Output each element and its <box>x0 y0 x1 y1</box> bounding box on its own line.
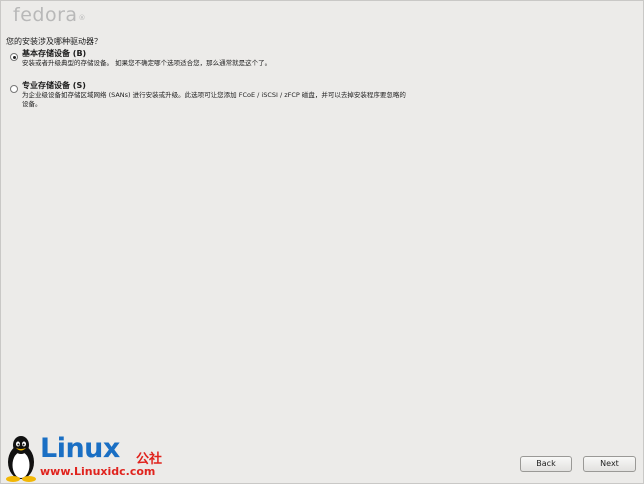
radio-specialized-storage[interactable] <box>10 85 18 93</box>
radio-basic-storage[interactable] <box>10 53 18 61</box>
fedora-logo: fedora® <box>13 4 86 26</box>
option-basic-title: 基本存储设备 (B) <box>22 49 87 58</box>
back-button[interactable]: Back <box>520 456 572 472</box>
watermark-title: Linux <box>40 433 120 464</box>
tux-penguin-icon <box>6 436 36 482</box>
storage-question: 您的安装涉及哪种驱动器？ <box>6 37 102 46</box>
option-basic-description: 安装或者升级典型的存储设备。 如果您不确定哪个选项适合您，那么通常就是这个了。 <box>22 59 272 67</box>
watermark-url: www.Linuxidc.com <box>40 465 156 478</box>
window-frame <box>0 0 644 484</box>
option-specialized-description: 为企业级设备如存储区域网络 (SANs) 进行安装或升级。此选项可让您添加 FC… <box>22 91 406 108</box>
brand-text: fedora <box>13 4 78 26</box>
option-specialized-title: 专业存储设备 (S) <box>22 81 86 90</box>
registered-mark: ® <box>78 14 87 22</box>
next-button[interactable]: Next <box>583 456 636 472</box>
linuxidc-watermark: Linux 公社 www.Linuxidc.com <box>4 434 184 482</box>
